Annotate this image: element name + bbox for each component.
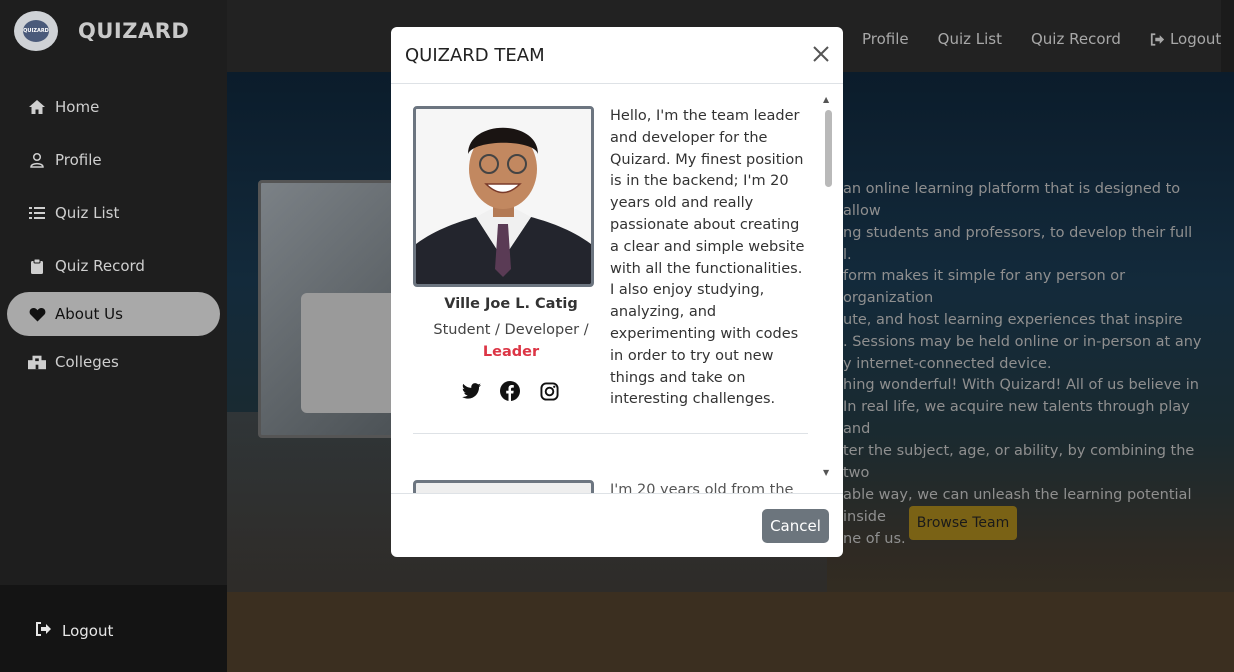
topnav-logout-label: Logout: [1169, 30, 1222, 48]
sidebar-item-label: Quiz Record: [55, 257, 145, 275]
sidebar-item-label: Colleges: [55, 353, 119, 371]
about-line: ne of us.: [843, 531, 906, 547]
brand-logo: QUIZARD: [14, 11, 58, 51]
modal-title: QUIZARD TEAM: [405, 45, 545, 66]
next-member-bio: I'm 20 years old from the: [610, 482, 794, 493]
about-line: ter the subject, age, or ability, by com…: [843, 443, 1195, 481]
about-image: [258, 180, 401, 438]
topnav-profile-link[interactable]: Profile: [862, 30, 909, 48]
about-line: y internet-connected device.: [843, 356, 1052, 372]
about-line: hing wonderful! With Quizard! All of us …: [843, 377, 1199, 393]
brand[interactable]: QUIZARD QUIZARD: [14, 11, 189, 51]
member-name: Ville Joe L. Catig: [444, 296, 578, 312]
logout-icon: [35, 622, 52, 640]
scrollbar-thumb[interactable]: [825, 110, 832, 187]
member-role: Student / Developer /: [433, 322, 589, 338]
close-icon: [813, 46, 829, 62]
about-line: an online learning platform that is desi…: [843, 181, 1181, 219]
member-bio: Hello, I'm the team leader and developer…: [610, 108, 805, 408]
sidebar-item-home[interactable]: Home: [7, 85, 220, 129]
browse-team-button[interactable]: Browse Team: [909, 506, 1017, 540]
modal-footer: Cancel: [391, 493, 843, 557]
user-icon: [28, 151, 46, 169]
scroll-up-arrow-icon[interactable]: ▲: [823, 95, 829, 104]
heart-icon: [28, 305, 46, 323]
list-icon: [28, 204, 46, 222]
sidebar-item-label: About Us: [55, 305, 123, 323]
sidebar: QUIZARD QUIZARD Home Profile Quiz List Q…: [0, 0, 227, 672]
about-line: In real life, we acquire new talents thr…: [843, 399, 1190, 437]
sidebar-item-colleges[interactable]: Colleges: [7, 340, 220, 384]
twitter-icon[interactable]: [461, 381, 481, 401]
member-badge: Leader: [482, 344, 540, 360]
about-line: l.: [843, 247, 852, 263]
modal-header: QUIZARD TEAM: [391, 27, 843, 84]
social-links: [461, 381, 578, 401]
next-member-photo: [413, 480, 594, 493]
clipboard-icon: [28, 257, 46, 275]
laptop-shape: [301, 293, 401, 413]
close-button[interactable]: [810, 43, 832, 65]
about-line: ng students and professors, to develop t…: [843, 225, 1193, 241]
sidebar-item-label: Profile: [55, 151, 102, 169]
team-modal: QUIZARD TEAM Ville Joe L. Catig Student …: [391, 27, 843, 557]
instagram-icon[interactable]: [539, 381, 559, 401]
topnav-logout-link[interactable]: Logout: [1150, 30, 1221, 48]
sidebar-item-quiz-list[interactable]: Quiz List: [7, 191, 220, 235]
about-line: . Sessions may be held online or in-pers…: [843, 334, 1202, 350]
about-paragraph-3: hing wonderful! With Quizard! All of us …: [843, 374, 1203, 550]
sidebar-item-profile[interactable]: Profile: [7, 138, 220, 182]
about-line: able way, we can unleash the learning po…: [843, 487, 1192, 525]
facebook-icon[interactable]: [500, 381, 520, 401]
logout-label: Logout: [62, 622, 114, 640]
member-photo: [413, 106, 594, 287]
modal-body[interactable]: Ville Joe L. Catig Student / Developer /…: [391, 85, 843, 493]
about-line: ute, and host learning experiences that …: [843, 312, 1183, 328]
sidebar-item-quiz-record[interactable]: Quiz Record: [7, 244, 220, 288]
logout-icon: [1150, 32, 1165, 46]
topnav: Profile Quiz List Quiz Record Logout: [862, 30, 1221, 48]
brand-logo-text: QUIZARD: [23, 20, 49, 42]
building-icon: [28, 353, 46, 371]
topnav-quiz-record-link[interactable]: Quiz Record: [1031, 30, 1121, 48]
brand-name: QUIZARD: [78, 19, 190, 43]
about-paragraph-1: an online learning platform that is desi…: [843, 178, 1203, 266]
sidebar-item-label: Home: [55, 98, 100, 116]
about-line: form makes it simple for any person or o…: [843, 268, 1126, 306]
member-divider: [413, 433, 808, 434]
scroll-down-arrow-icon[interactable]: ▼: [823, 468, 829, 477]
sidebar-logout-button[interactable]: Logout: [35, 622, 113, 640]
cancel-button[interactable]: Cancel: [762, 509, 829, 543]
sidebar-item-label: Quiz List: [55, 204, 120, 222]
home-icon: [28, 98, 46, 116]
about-paragraph-2: form makes it simple for any person or o…: [843, 265, 1203, 375]
ground-shape: [227, 592, 1234, 672]
sidebar-item-about-us[interactable]: About Us: [7, 292, 220, 336]
topnav-quiz-list-link[interactable]: Quiz List: [938, 30, 1002, 48]
